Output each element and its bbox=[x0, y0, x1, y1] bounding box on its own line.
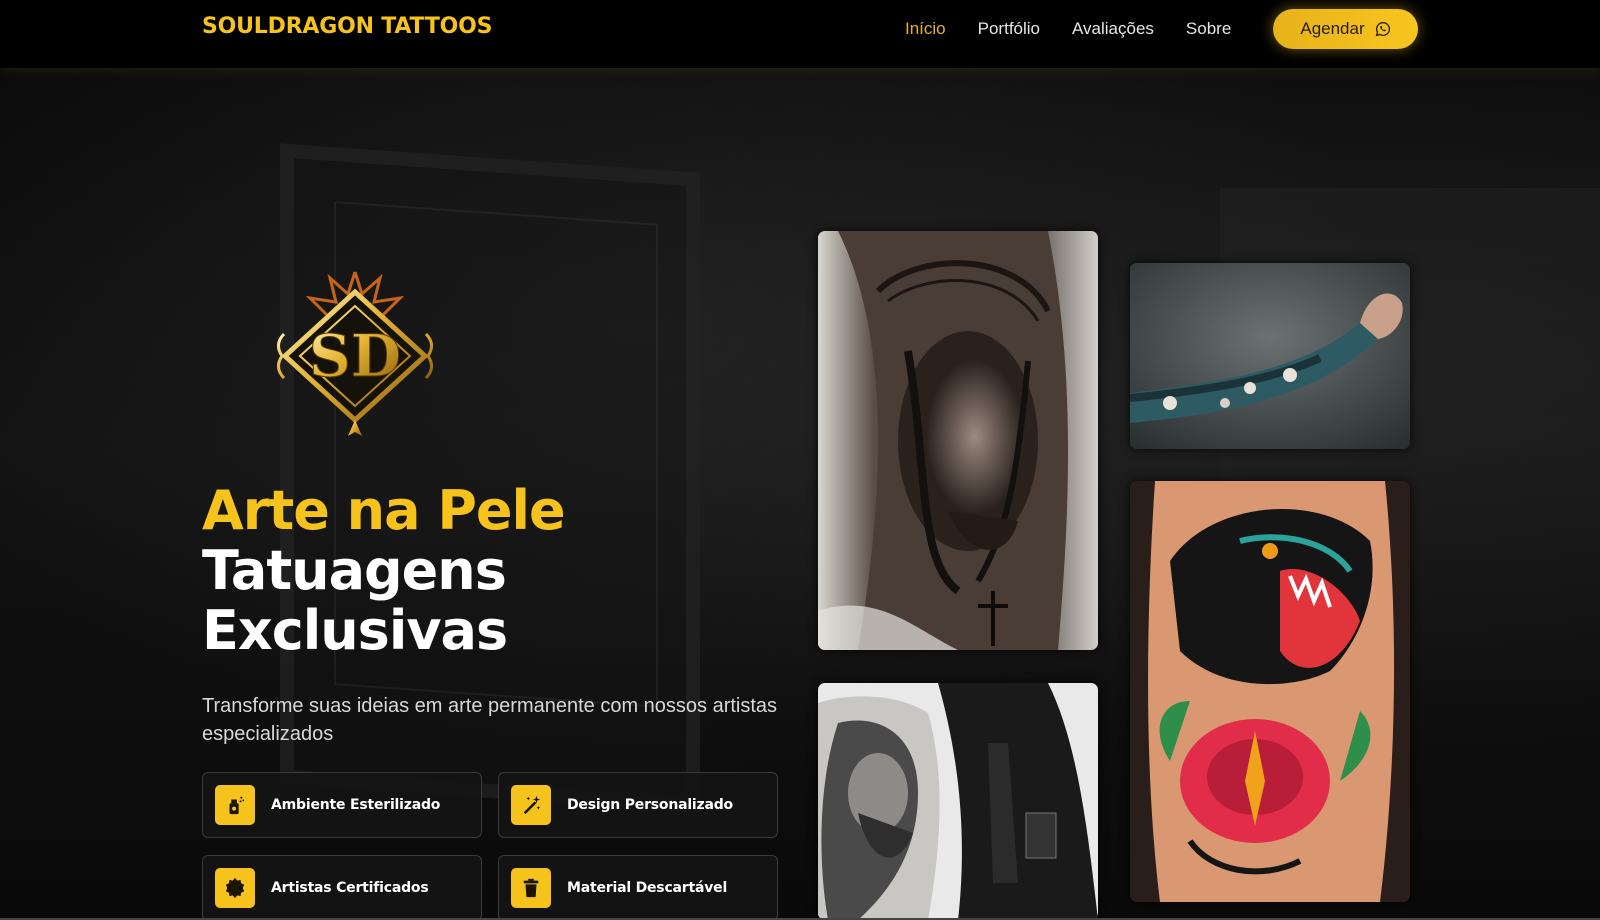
studio-crest-logo: SD bbox=[270, 264, 440, 444]
hero-title-line-3: Exclusivas bbox=[202, 599, 508, 662]
nav-link-avaliacoes[interactable]: Avaliações bbox=[1072, 18, 1154, 40]
hero-title: Arte na Pele Tatuagens Exclusivas bbox=[202, 479, 566, 662]
trash-icon bbox=[511, 868, 551, 908]
feature-label: Design Personalizado bbox=[567, 797, 733, 813]
feature-label: Material Descartável bbox=[567, 880, 728, 896]
gallery-image-jesus-portrait[interactable] bbox=[818, 231, 1098, 650]
magic-wand-icon bbox=[511, 785, 551, 825]
gallery-image-japanese-sleeve[interactable] bbox=[1130, 263, 1410, 449]
hero-title-line-2: Tatuagens bbox=[202, 539, 507, 602]
feature-card-ambiente-esterilizado: Ambiente Esterilizado bbox=[202, 772, 482, 838]
whatsapp-icon bbox=[1375, 21, 1390, 37]
brand-logo-text[interactable]: SOULDRAGON TATTOOS bbox=[202, 14, 492, 39]
agendar-button[interactable]: Agendar bbox=[1273, 9, 1418, 49]
nav-link-inicio[interactable]: Início bbox=[905, 18, 946, 40]
nav-link-portfolio[interactable]: Portfólio bbox=[978, 18, 1040, 40]
gallery-image-panther-rose[interactable] bbox=[1130, 481, 1410, 902]
hero-title-highlight: Arte na Pele bbox=[202, 479, 566, 542]
certificate-icon bbox=[215, 868, 255, 908]
hero-subtitle: Transforme suas ideias em arte permanent… bbox=[202, 695, 778, 745]
feature-label: Ambiente Esterilizado bbox=[271, 797, 441, 813]
navbar: SOULDRAGON TATTOOS Início Portfólio Aval… bbox=[0, 0, 1600, 68]
svg-text:SD: SD bbox=[309, 322, 401, 390]
agendar-label: Agendar bbox=[1300, 19, 1365, 38]
gallery-image-zeus-sleeve[interactable] bbox=[818, 683, 1098, 920]
nav-link-sobre[interactable]: Sobre bbox=[1186, 18, 1231, 40]
spray-icon bbox=[215, 785, 255, 825]
feature-card-artistas-certificados: Artistas Certificados bbox=[202, 855, 482, 920]
feature-card-design-personalizado: Design Personalizado bbox=[498, 772, 778, 838]
feature-label: Artistas Certificados bbox=[271, 880, 429, 896]
feature-card-material-descartavel: Material Descartável bbox=[498, 855, 778, 920]
nav-links: Início Portfólio Avaliações Sobre bbox=[905, 18, 1263, 40]
